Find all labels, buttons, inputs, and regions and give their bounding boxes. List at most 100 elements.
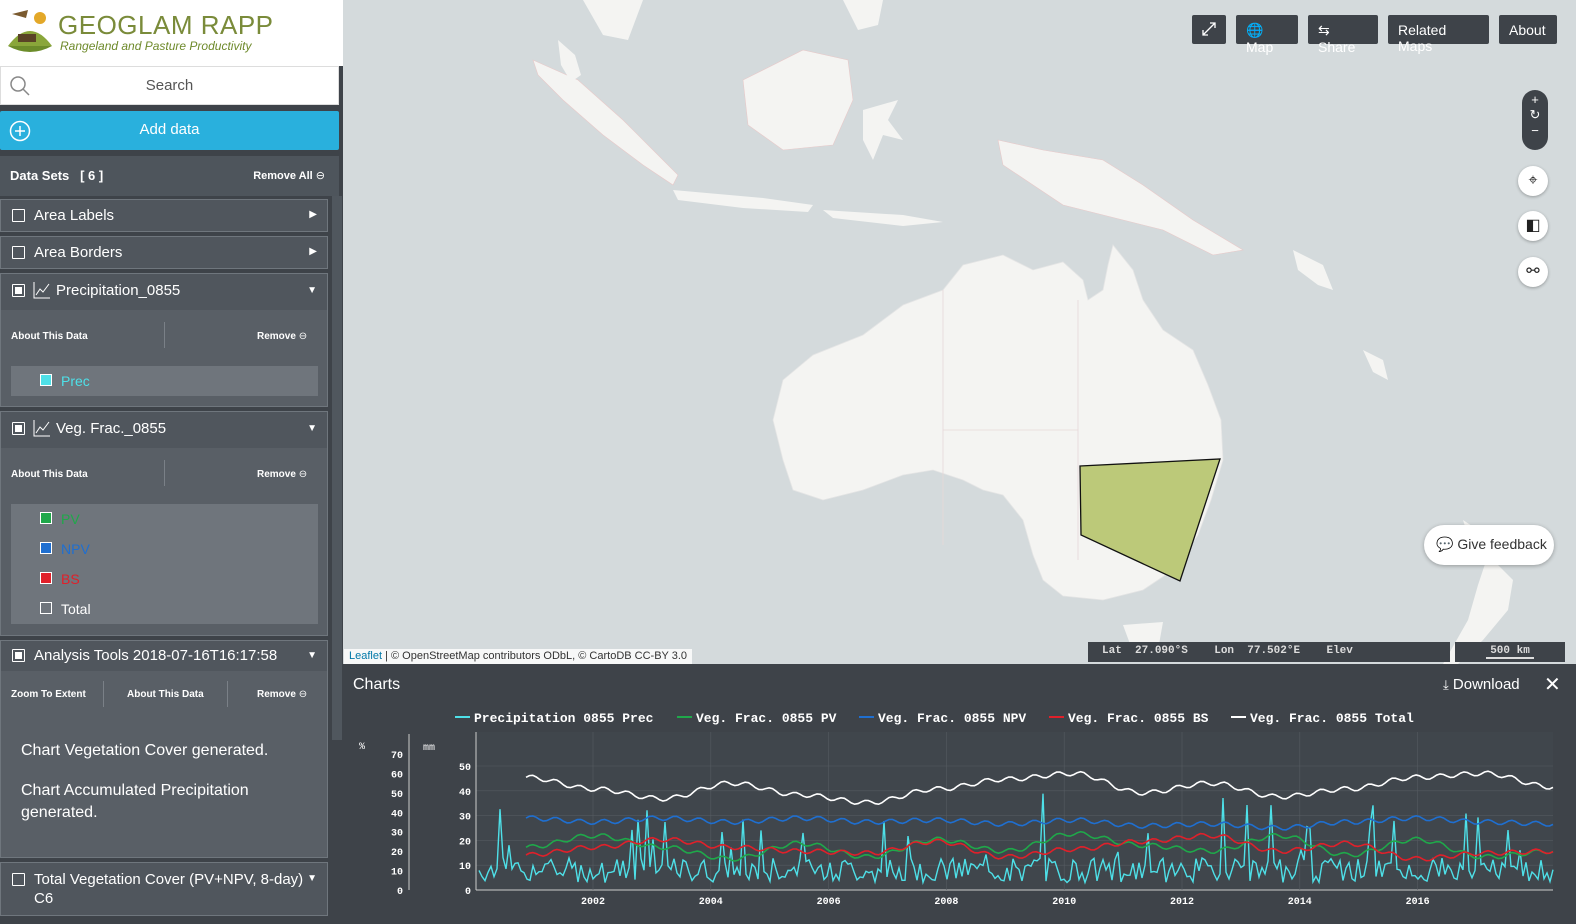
remove-button[interactable]: Remove ⊖: [257, 469, 307, 480]
dataset-label: Area Borders: [34, 244, 123, 261]
minus-circle-icon: ⊖: [315, 170, 325, 182]
remove-button[interactable]: Remove ⊖: [257, 689, 307, 700]
coordinate-readout: Lat 27.090°S Lon 77.502°E Elev: [1088, 642, 1450, 662]
map-button[interactable]: 🌐 Map: [1236, 15, 1298, 55]
collapse-arrow-icon[interactable]: ▼: [307, 285, 317, 296]
legend-swatch[interactable]: [40, 542, 52, 554]
sidebar: GEOGLAM RAPP Rangeland and Pasture Produ…: [0, 0, 343, 924]
give-feedback-button[interactable]: 💬 Give feedback: [1424, 525, 1554, 565]
globe-icon: 🌐: [1246, 22, 1264, 38]
legend-swatch[interactable]: [40, 572, 52, 584]
dataset-label: Area Labels: [34, 207, 115, 224]
sidebar-scrollbar[interactable]: [332, 196, 342, 740]
dataset-veg-frac[interactable]: Veg. Frac._0855 ▼ About This Data Remove…: [0, 411, 328, 636]
y-left-tick-label: 10: [391, 868, 403, 879]
lat-label: Lat: [1102, 645, 1122, 657]
split-view-button[interactable]: ◧: [1518, 211, 1548, 241]
divider: [164, 322, 165, 348]
reset-zoom-icon[interactable]: ↻: [1522, 107, 1548, 123]
visibility-checkbox[interactable]: [12, 284, 25, 297]
zoom-to-extent-button[interactable]: Zoom To Extent: [11, 689, 86, 700]
y-left-axis-label: %: [359, 742, 365, 753]
about-data-button[interactable]: About This Data: [11, 331, 88, 342]
download-button[interactable]: ⤓ Download: [1443, 676, 1520, 693]
visibility-checkbox[interactable]: [12, 873, 25, 886]
legend-swatch[interactable]: [40, 374, 52, 386]
measure-button[interactable]: ⚯: [1518, 257, 1548, 287]
x-tick-label: 2014: [1288, 897, 1312, 908]
map-view[interactable]: 🌐 Map ⇆ Share Related Maps About + ↻ − ⌖…: [343, 0, 1576, 664]
close-icon[interactable]: ✕: [1544, 672, 1561, 697]
dataset-area-labels[interactable]: Area Labels ▶: [0, 199, 328, 232]
remove-button[interactable]: Remove ⊖: [257, 331, 307, 342]
app-logo[interactable]: GEOGLAM RAPP Rangeland and Pasture Produ…: [0, 0, 343, 66]
visibility-checkbox[interactable]: [12, 649, 25, 662]
share-button[interactable]: ⇆ Share: [1308, 15, 1378, 55]
add-data-button[interactable]: Add data: [0, 111, 339, 150]
legend-label: Veg. Frac. 0855 BS: [1068, 711, 1209, 726]
dataset-header: Total Vegetation Cover (PV+NPV, 8-day) C…: [1, 863, 327, 915]
x-tick-label: 2016: [1406, 897, 1430, 908]
search-input[interactable]: Search: [0, 66, 339, 105]
dataset-header: Area Borders ▶: [1, 237, 327, 268]
x-tick-label: 2008: [934, 897, 958, 908]
collapse-arrow-icon[interactable]: ▼: [307, 873, 317, 884]
rapp-logo-icon: [8, 10, 52, 52]
related-maps-button[interactable]: Related Maps: [1388, 15, 1489, 54]
legend-box: PV NPV BS Total: [11, 504, 318, 624]
about-button[interactable]: About: [1499, 15, 1557, 44]
map-basemap: [532, 0, 1513, 664]
minus-circle-icon: ⊖: [298, 469, 308, 480]
dataset-label: Veg. Frac._0855: [56, 420, 167, 437]
dataset-label: Total Vegetation Cover (PV+NPV, 8-day) C…: [34, 871, 304, 907]
visibility-checkbox[interactable]: [12, 422, 25, 435]
dataset-precipitation[interactable]: Precipitation_0855 ▼ About This Data Rem…: [0, 273, 328, 407]
scale-label: 500 km: [1486, 645, 1534, 659]
zoom-in-icon[interactable]: +: [1522, 92, 1548, 107]
zoom-control[interactable]: + ↻ −: [1522, 90, 1548, 150]
expand-arrow-icon[interactable]: ▶: [309, 246, 317, 257]
expand-icon: [1202, 22, 1216, 36]
lon-value: 77.502°E: [1247, 645, 1301, 657]
line-chart-icon: [33, 420, 50, 437]
chat-icon: 💬: [1436, 536, 1454, 552]
minus-circle-icon: ⊖: [298, 689, 308, 700]
dataset-header: Analysis Tools 2018-07-16T16:17:58 ▼: [1, 641, 327, 671]
legend-label: NPV: [61, 541, 90, 557]
expand-arrow-icon[interactable]: ▶: [309, 209, 317, 220]
x-tick-label: 2006: [817, 897, 841, 908]
locate-me-button[interactable]: ⌖: [1518, 166, 1548, 196]
dataset-area-borders[interactable]: Area Borders ▶: [0, 236, 328, 269]
legend-swatch[interactable]: [40, 602, 52, 614]
remove-all-button[interactable]: Remove All ⊖: [253, 169, 325, 182]
datasets-title: Data Sets [ 6 ]: [10, 168, 103, 183]
visibility-checkbox[interactable]: [12, 209, 25, 222]
about-data-button[interactable]: About This Data: [11, 469, 88, 480]
datasets-count: [ 6 ]: [80, 168, 104, 183]
collapse-arrow-icon[interactable]: ▼: [307, 423, 317, 434]
visibility-checkbox[interactable]: [12, 246, 25, 259]
app-subtitle: Rangeland and Pasture Productivity: [60, 39, 252, 53]
dataset-total-vegetation-cover[interactable]: Total Vegetation Cover (PV+NPV, 8-day) C…: [0, 862, 328, 916]
datasets-header: Data Sets [ 6 ] Remove All ⊖: [0, 156, 339, 196]
divider: [164, 460, 165, 486]
about-data-button[interactable]: About This Data: [127, 689, 204, 700]
y-right-tick-label: 0: [465, 887, 471, 898]
dataset-header: Precipitation_0855 ▼: [1, 274, 327, 310]
legend-label: Veg. Frac. 0855 Total: [1250, 711, 1414, 726]
dataset-analysis-tools[interactable]: Analysis Tools 2018-07-16T16:17:58 ▼ Zoo…: [0, 640, 328, 858]
y-left-tick-label: 30: [391, 829, 403, 840]
chart: Precipitation 0855 Prec Veg. Frac. 0855 P…: [359, 711, 1554, 908]
analysis-message: Chart Vegetation Cover generated.: [21, 742, 269, 759]
y-left-tick-label: 70: [391, 751, 403, 762]
zoom-out-icon[interactable]: −: [1522, 123, 1548, 138]
leaflet-link[interactable]: Leaflet: [349, 650, 382, 662]
fullscreen-button[interactable]: [1192, 15, 1226, 44]
datasets-title-text: Data Sets: [10, 168, 70, 183]
feedback-label: Give feedback: [1457, 536, 1547, 552]
collapse-arrow-icon[interactable]: ▼: [307, 650, 317, 661]
measure-icon: ⚯: [1526, 263, 1540, 280]
legend-swatch[interactable]: [40, 512, 52, 524]
chart-plot-area: [476, 732, 1553, 890]
lat-value: 27.090°S: [1135, 645, 1188, 657]
